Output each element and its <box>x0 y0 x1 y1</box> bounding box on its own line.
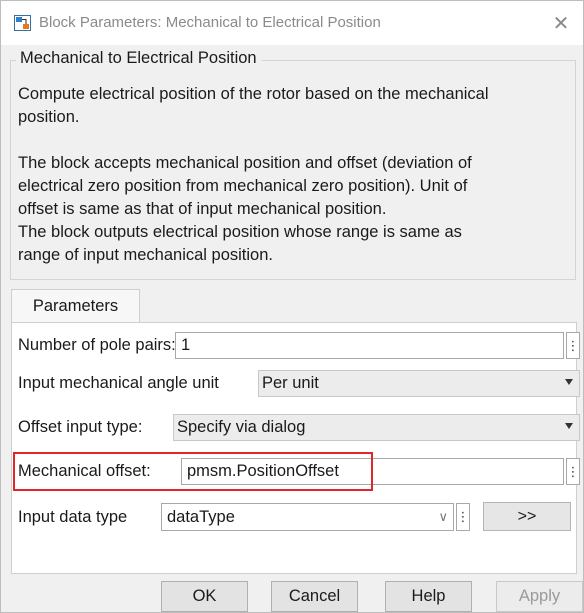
pole-pairs-row: Number of pole pairs: <box>18 332 176 359</box>
data-type-label: Input data type <box>18 507 128 526</box>
description-line: offset is same as that of input mechanic… <box>18 200 387 218</box>
simulink-block-icon <box>14 15 31 31</box>
mech-offset-menu-icon[interactable]: ⋮ <box>566 458 580 485</box>
title-bar: Block Parameters: Mechanical to Electric… <box>1 1 583 45</box>
cancel-button[interactable]: Cancel <box>271 581 358 612</box>
angle-unit-dropdown[interactable]: Per unit <box>258 370 580 397</box>
offset-type-label: Offset input type: <box>18 418 143 436</box>
description-line: position. <box>18 108 80 126</box>
offset-type-dropdown[interactable]: Specify via dialog <box>173 414 580 441</box>
description-line: The block outputs electrical position wh… <box>18 223 462 241</box>
block-description: Compute electrical position of the rotor… <box>18 83 570 267</box>
mech-offset-row: Mechanical offset: <box>18 458 151 485</box>
description-line: The block accepts mechanical position an… <box>18 154 472 172</box>
window-title: Block Parameters: Mechanical to Electric… <box>39 14 381 31</box>
offset-type-value: Specify via dialog <box>177 418 306 436</box>
mech-offset-field[interactable]: pmsm.PositionOffset <box>181 458 564 485</box>
angle-unit-value: Per unit <box>262 374 319 392</box>
data-type-value: dataType <box>167 507 235 526</box>
apply-button[interactable]: Apply <box>496 581 583 612</box>
data-type-row: Input data type <box>18 503 127 531</box>
pole-pairs-menu-icon[interactable]: ⋮ <box>566 332 580 359</box>
description-line: electrical zero position from mechanical… <box>18 177 468 195</box>
data-type-menu-icon[interactable]: ⋮ <box>456 503 470 531</box>
description-line: range of input mechanical position. <box>18 246 273 264</box>
block-parameters-dialog: Block Parameters: Mechanical to Electric… <box>0 0 584 613</box>
angle-unit-row: Input mechanical angle unit <box>18 370 219 397</box>
pole-pairs-field[interactable]: 1 <box>175 332 564 359</box>
data-type-combo[interactable]: dataType ∨ <box>161 503 454 531</box>
offset-type-row: Offset input type: <box>18 414 142 441</box>
caret-down-icon <box>565 423 573 429</box>
data-type-assistant-button[interactable]: >> <box>483 502 571 531</box>
parameters-panel <box>11 322 577 574</box>
mech-offset-label: Mechanical offset: <box>18 462 151 480</box>
pole-pairs-label: Number of pole pairs: <box>18 336 176 354</box>
tab-parameters[interactable]: Parameters <box>11 289 140 323</box>
block-name-title: Mechanical to Electrical Position <box>16 49 262 68</box>
chevron-down-icon: ∨ <box>438 509 448 524</box>
help-button[interactable]: Help <box>385 581 472 612</box>
caret-down-icon <box>565 379 573 385</box>
ok-button[interactable]: OK <box>161 581 248 612</box>
close-icon[interactable]: ✕ <box>547 9 575 37</box>
description-line: Compute electrical position of the rotor… <box>18 85 489 103</box>
angle-unit-label: Input mechanical angle unit <box>18 374 219 392</box>
